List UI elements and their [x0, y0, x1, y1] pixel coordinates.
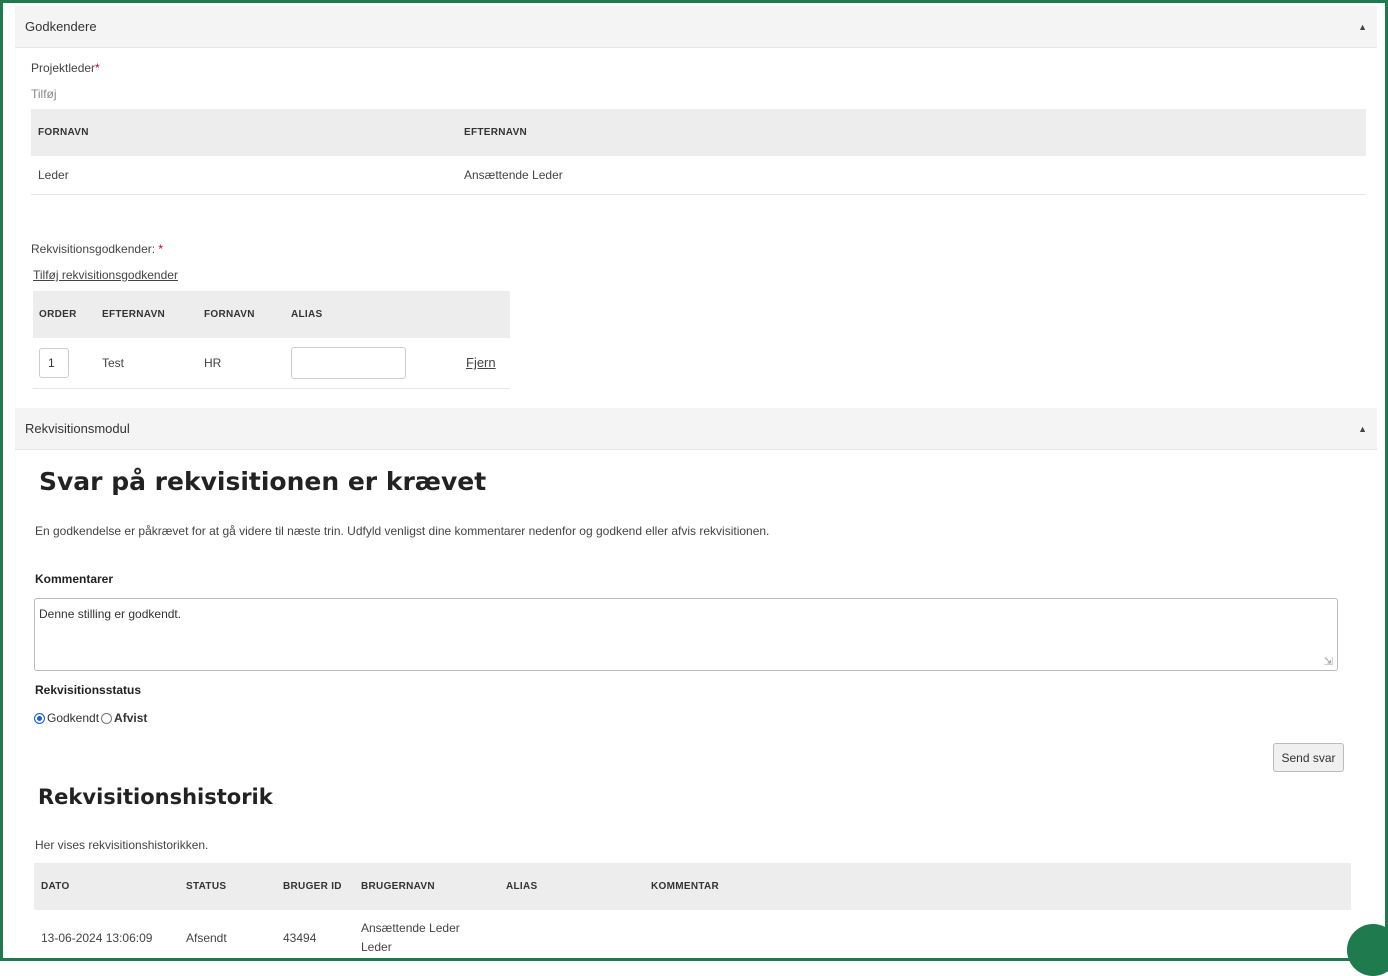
requisition-panel-title: Rekvisitionsmodul [25, 421, 130, 436]
send-response-button[interactable]: Send svar [1273, 743, 1344, 772]
date-cell: 13-06-2024 13:06:09 [41, 931, 153, 945]
table-header-row: DATO STATUS BRUGER ID BRUGERNAVN ALIAS K… [34, 863, 1351, 910]
status-label: Rekvisitionsstatus [35, 683, 142, 697]
req-approver-label-text: Rekvisitionsgodkender: [31, 242, 156, 256]
column-header: ALIAS [506, 881, 538, 892]
radio-rejected-label: Afvist [114, 711, 148, 725]
column-header: EFTERNAVN [464, 127, 528, 138]
table-row: 13-06-2024 13:06:09 Afsendt 43494 Ansætt… [34, 910, 1351, 966]
approvers-panel-header[interactable]: Godkendere ▲ [15, 6, 1377, 48]
response-description: En godkendelse er påkrævet for at gå vid… [35, 524, 770, 538]
column-header-empty [465, 291, 510, 338]
table-header-row: ORDER EFTERNAVN FORNAVN ALIAS [33, 291, 510, 338]
history-description: Her vises rekvisitionshistorikken. [35, 838, 209, 852]
caret-up-icon[interactable]: ▲ [1358, 424, 1367, 434]
column-header: BRUGERNAVN [361, 881, 435, 892]
history-table: DATO STATUS BRUGER ID BRUGERNAVN ALIAS K… [34, 863, 1351, 966]
table-row: 1 Test HR Fjern [33, 338, 510, 388]
status-radio-group: Godkendt Afvist [34, 711, 147, 725]
remove-link[interactable]: Fjern [466, 355, 496, 370]
column-header: EFTERNAVN [102, 309, 166, 320]
status-cell: Afsendt [186, 931, 227, 945]
req-approver-label: Rekvisitionsgodkender: * [31, 242, 163, 256]
response-required-heading: Svar på rekvisitionen er krævet [39, 467, 487, 496]
table-row: Leder Ansættende Leder [31, 156, 1366, 194]
first-name-cell: HR [204, 355, 222, 370]
column-header: ORDER [39, 309, 77, 320]
order-input[interactable]: 1 [39, 347, 69, 378]
approvers-panel-title: Godkendere [25, 19, 97, 34]
column-header: DATO [41, 881, 70, 892]
alias-cell [505, 910, 650, 966]
column-header: FORNAVN [204, 309, 255, 320]
user-id-cell: 43494 [283, 931, 317, 945]
alias-input[interactable] [291, 346, 406, 379]
column-header: KOMMENTAR [651, 881, 720, 892]
radio-approved-label: Godkendt [47, 711, 100, 725]
required-mark: * [95, 61, 100, 75]
comments-value: Denne stilling er godkendt. [39, 607, 182, 621]
last-name-cell: Ansættende Leder [464, 167, 563, 182]
radio-rejected[interactable] [101, 712, 113, 724]
history-heading: Rekvisitionshistorik [38, 785, 273, 809]
radio-approved[interactable] [34, 712, 45, 724]
chat-icon[interactable] [1347, 924, 1388, 976]
requisition-panel-header[interactable]: Rekvisitionsmodul ▲ [15, 408, 1377, 450]
req-approver-table: ORDER EFTERNAVN FORNAVN ALIAS 1 Test HR … [33, 291, 510, 389]
add-project-leader-link[interactable]: Tilføj [31, 87, 57, 101]
resize-handle-icon[interactable]: ⇲ [1324, 655, 1333, 668]
comments-label: Kommentarer [35, 572, 114, 586]
comments-textarea[interactable]: Denne stilling er godkendt. ⇲ [34, 598, 1338, 671]
column-header: FORNAVN [38, 127, 89, 138]
table-header-row: FORNAVN EFTERNAVN [31, 109, 1366, 156]
column-header: ALIAS [291, 309, 323, 320]
comment-cell [650, 910, 1351, 966]
username-cell: Ansættende Leder Leder [361, 921, 460, 954]
column-header: STATUS [186, 881, 227, 892]
caret-up-icon[interactable]: ▲ [1358, 22, 1367, 32]
first-name-cell: Leder [38, 167, 69, 182]
last-name-cell: Test [102, 355, 125, 370]
required-mark: * [158, 242, 164, 256]
project-leader-label: Projektleder* [31, 61, 100, 75]
column-header: BRUGER ID [283, 881, 342, 892]
project-leader-table: FORNAVN EFTERNAVN Leder Ansættende Leder [31, 109, 1366, 195]
project-leader-label-text: Projektleder [31, 61, 96, 75]
add-req-approver-link[interactable]: Tilføj rekvisitionsgodkender [33, 268, 178, 282]
